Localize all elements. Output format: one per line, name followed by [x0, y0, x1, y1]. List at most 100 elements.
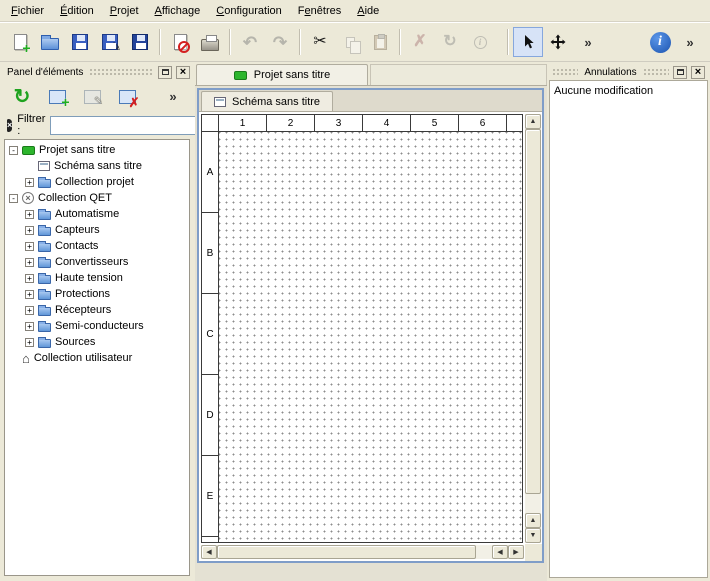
dock-grip-handle[interactable] — [552, 68, 578, 77]
menu-edition[interactable]: Édition — [52, 2, 102, 20]
float-icon — [677, 69, 684, 75]
redo-button[interactable] — [265, 27, 295, 57]
save-all-button[interactable] — [125, 27, 155, 57]
tree-item-recepteurs[interactable]: Récepteurs — [5, 302, 189, 318]
tree-item-haute-tension[interactable]: Haute tension — [5, 270, 189, 286]
tree-item-schema[interactable]: Schéma sans titre — [5, 158, 189, 174]
scroll-left-button-secondary[interactable] — [492, 545, 508, 559]
menu-affichage[interactable]: Affichage — [147, 2, 209, 20]
tree-item-contacts[interactable]: Contacts — [5, 238, 189, 254]
open-project-button[interactable] — [35, 27, 65, 57]
float-panel-button[interactable] — [673, 66, 687, 79]
expand-expander-icon[interactable] — [25, 306, 34, 315]
menu-configuration[interactable]: Configuration — [208, 2, 290, 20]
expand-expander-icon[interactable] — [25, 210, 34, 219]
delete-element-button[interactable] — [114, 84, 140, 110]
expand-expander-icon[interactable] — [25, 258, 34, 267]
edit-element-button[interactable] — [79, 84, 105, 110]
tree-item-capteurs[interactable]: Capteurs — [5, 222, 189, 238]
scroll-up-button[interactable] — [525, 114, 541, 129]
close-panel-button[interactable] — [176, 66, 190, 79]
undo-history-list[interactable]: Aucune modification — [549, 80, 708, 578]
toolbar-overflow-button-2[interactable] — [675, 27, 705, 57]
copy-button[interactable] — [335, 27, 365, 57]
tree-item-collection-utilisateur[interactable]: Collection utilisateur — [5, 350, 189, 366]
tab-projet-sans-titre[interactable]: Projet sans titre — [196, 64, 368, 85]
schema-icon — [38, 161, 50, 171]
toolbar-overflow-button[interactable] — [573, 27, 603, 57]
horizontal-scroll-thumb[interactable] — [217, 545, 476, 559]
print-button[interactable] — [195, 27, 225, 57]
expand-expander-icon[interactable] — [25, 242, 34, 251]
reload-collections-button[interactable] — [9, 84, 35, 110]
vertical-scrollbar[interactable] — [525, 114, 541, 543]
expand-expander-icon[interactable] — [25, 290, 34, 299]
tree-item-automatisme[interactable]: Automatisme — [5, 206, 189, 222]
menu-fenetres[interactable]: Fenêtres — [290, 2, 349, 20]
expand-expander-icon[interactable] — [25, 226, 34, 235]
column-header: 3 — [315, 115, 363, 131]
dock-grip-handle[interactable] — [89, 68, 154, 77]
horizontal-scrollbar[interactable] — [201, 545, 524, 559]
overflow-icon — [169, 90, 176, 103]
horizontal-scroll-track[interactable] — [217, 545, 492, 559]
move-view-button[interactable] — [543, 27, 573, 57]
filter-input[interactable] — [50, 116, 200, 135]
save-button[interactable] — [65, 27, 95, 57]
scroll-right-button[interactable] — [508, 545, 524, 559]
select-tool-button[interactable] — [513, 27, 543, 57]
menu-aide[interactable]: Aide — [349, 2, 387, 20]
tree-item-sources[interactable]: Sources — [5, 334, 189, 350]
expand-expander-icon[interactable] — [25, 322, 34, 331]
expand-expander-icon[interactable] — [25, 274, 34, 283]
element-info-button[interactable] — [465, 27, 495, 57]
tree-item-collection-projet[interactable]: Collection projet — [5, 174, 189, 190]
about-info-button[interactable] — [645, 27, 675, 57]
menu-fichier[interactable]: Fichier — [3, 2, 52, 20]
tree-item-project[interactable]: Projet sans titre — [5, 142, 189, 158]
save-as-icon — [102, 34, 118, 50]
rotate-icon — [443, 34, 456, 50]
column-header: 1 — [219, 115, 267, 131]
tree-item-collection-qet[interactable]: Collection QET — [5, 190, 189, 206]
expand-expander-icon[interactable] — [25, 338, 34, 347]
paste-button[interactable] — [365, 27, 395, 57]
float-icon — [162, 69, 169, 75]
open-folder-icon — [41, 38, 59, 50]
undo-panel-header[interactable]: Annulations — [549, 64, 708, 80]
tab-schema-sans-titre[interactable]: Schéma sans titre — [201, 91, 333, 111]
collapse-expander-icon[interactable] — [9, 146, 18, 155]
tree-item-semi-conducteurs[interactable]: Semi-conducteurs — [5, 318, 189, 334]
column-headers: 1 2 3 4 5 6 — [219, 115, 522, 132]
undo-button[interactable] — [235, 27, 265, 57]
tree-item-protections[interactable]: Protections — [5, 286, 189, 302]
close-panel-button[interactable] — [691, 66, 705, 79]
scroll-left-button[interactable] — [201, 545, 217, 559]
scroll-up-button-secondary[interactable] — [525, 513, 541, 528]
clear-filter-icon[interactable] — [7, 119, 12, 132]
scroll-down-button[interactable] — [525, 528, 541, 543]
folder-icon — [38, 179, 51, 188]
diagram-frame: 1 2 3 4 5 6 A B C D — [201, 114, 523, 543]
vertical-scroll-track[interactable] — [525, 129, 541, 513]
collapse-expander-icon[interactable] — [9, 194, 18, 203]
save-as-button[interactable] — [95, 27, 125, 57]
diagram-grid-canvas[interactable] — [219, 132, 522, 542]
tree-item-convertisseurs[interactable]: Convertisseurs — [5, 254, 189, 270]
menu-projet[interactable]: Projet — [102, 2, 147, 20]
expand-expander-icon[interactable] — [25, 178, 34, 187]
dock-grip-handle[interactable] — [643, 68, 669, 77]
delete-button[interactable] — [405, 27, 435, 57]
vertical-scroll-thumb[interactable] — [525, 129, 541, 494]
cut-button[interactable] — [305, 27, 335, 57]
new-element-button[interactable] — [44, 84, 70, 110]
mdi-area: Schéma sans titre 1 2 3 4 5 — [195, 86, 547, 581]
element-box-icon — [84, 90, 101, 104]
float-panel-button[interactable] — [158, 66, 172, 79]
rotate-button[interactable] — [435, 27, 465, 57]
elements-panel-header[interactable]: Panel d'éléments — [2, 64, 193, 80]
row-header: D — [202, 375, 218, 456]
close-file-button[interactable] — [165, 27, 195, 57]
panel-overflow-button[interactable] — [160, 84, 186, 110]
new-document-button[interactable] — [5, 27, 35, 57]
